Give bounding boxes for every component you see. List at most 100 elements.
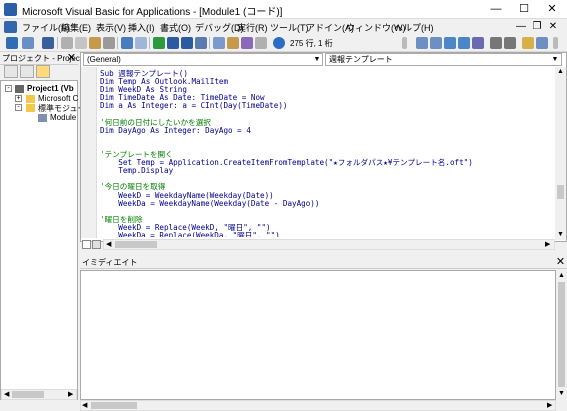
code-scroll-up-arrow-icon[interactable]: ▲ <box>557 68 564 75</box>
indent-icon[interactable] <box>416 37 428 49</box>
code-vscrollbar[interactable] <box>555 67 566 240</box>
code-scroll-down-arrow-icon[interactable]: ▼ <box>557 231 564 238</box>
immediate-vscroll-thumb[interactable] <box>558 282 565 387</box>
code-token: a <box>113 101 128 111</box>
menu-tools[interactable]: ツール(T) <box>270 21 309 34</box>
view-object-button[interactable] <box>20 65 34 78</box>
mdi-restore-button[interactable]: ❐ <box>530 20 544 34</box>
tree-toggle-excel-objects[interactable]: + <box>15 95 22 102</box>
code-line[interactable]: WeekDa = WeekdayName(Weekday(Date - DayA… <box>100 199 319 208</box>
procedure-combo[interactable]: 週報テンプレート <box>325 53 562 66</box>
folder-icon <box>26 104 35 112</box>
tree-item-excel-objects[interactable]: Microsoft C <box>38 94 78 103</box>
find-icon[interactable] <box>103 37 115 49</box>
mdi-minimize-button[interactable]: — <box>514 20 528 34</box>
procedure-view-icon[interactable] <box>82 240 91 249</box>
next-bookmark-icon[interactable] <box>536 37 548 49</box>
code-vscroll-thumb[interactable] <box>557 185 564 199</box>
excel-view-icon[interactable] <box>4 21 17 33</box>
design-mode-icon[interactable] <box>195 37 207 49</box>
insert-module-icon[interactable] <box>22 37 34 49</box>
outdent-icon[interactable] <box>430 37 442 49</box>
toolbar-overflow-icon[interactable] <box>402 37 407 49</box>
code-token: Integer <box>136 101 174 111</box>
parameter-info-icon[interactable] <box>458 37 470 49</box>
break-icon[interactable] <box>167 37 179 49</box>
module-icon <box>38 114 47 122</box>
menu-help[interactable]: ヘルプ(H) <box>394 21 434 34</box>
tree-item-project[interactable]: Project1 (Vb <box>27 84 74 93</box>
comment-block-icon[interactable] <box>490 37 502 49</box>
reset-icon[interactable] <box>181 37 193 49</box>
help-icon[interactable] <box>273 37 285 49</box>
run-icon[interactable] <box>153 37 165 49</box>
uncomment-block-icon[interactable] <box>504 37 516 49</box>
tree-toggle-project[interactable]: - <box>5 85 12 92</box>
save-icon[interactable] <box>42 37 54 49</box>
mdi-close-button[interactable]: ✕ <box>546 20 560 34</box>
object-combo-chevron-down-icon[interactable]: ▼ <box>311 53 323 66</box>
code-margin[interactable] <box>81 67 97 238</box>
code-scroll-right-arrow-icon[interactable]: ▶ <box>545 240 550 248</box>
menu-format[interactable]: 書式(O) <box>160 21 191 34</box>
immediate-scroll-up-arrow-icon[interactable]: ▲ <box>558 272 565 279</box>
object-browser-icon[interactable] <box>241 37 253 49</box>
folder-icon <box>26 95 35 103</box>
toggle-folders-button[interactable] <box>36 65 50 78</box>
properties-window-icon[interactable] <box>227 37 239 49</box>
menu-run[interactable]: 実行(R) <box>237 21 268 34</box>
cursor-position-label: 275 行, 1 桁 <box>290 39 333 48</box>
minimize-button[interactable]: — <box>482 0 510 19</box>
code-line[interactable]: Temp.Display <box>100 166 173 175</box>
code-token: WeekDa = Replace(WeekDa, "曜日", "") <box>100 231 280 237</box>
complete-word-icon[interactable] <box>472 37 484 49</box>
menu-edit[interactable]: 編集(E) <box>61 21 91 34</box>
quick-info-icon[interactable] <box>444 37 456 49</box>
project-tree[interactable] <box>0 80 78 400</box>
tree-item-module1[interactable]: Module <box>50 113 76 122</box>
project-explorer-icon[interactable] <box>213 37 225 49</box>
toolbar-separator <box>57 37 58 49</box>
full-module-view-icon[interactable] <box>92 240 101 249</box>
toolbar-separator <box>117 37 118 49</box>
code-line[interactable]: Dim DayAgo As Integer: DayAgo = 4 <box>100 126 251 135</box>
immediate-pane-header <box>80 256 567 269</box>
project-pane-close-button[interactable]: ✕ <box>66 53 77 64</box>
scroll-left-arrow-icon[interactable]: ◀ <box>4 390 9 398</box>
menu-view[interactable]: 表示(V) <box>96 21 126 34</box>
code-token: Integer <box>159 125 197 135</box>
code-token: Temp.Display <box>100 166 174 176</box>
project-tree-hscroll-thumb[interactable] <box>12 391 44 398</box>
view-code-button[interactable] <box>4 65 18 78</box>
immediate-text-area[interactable] <box>80 270 556 400</box>
procedure-combo-chevron-down-icon[interactable]: ▼ <box>549 53 561 66</box>
toolbox-icon[interactable] <box>255 37 267 49</box>
code-hscrollbar[interactable] <box>103 239 555 250</box>
code-scroll-left-arrow-icon[interactable]: ◀ <box>106 240 111 248</box>
immediate-hscroll-thumb[interactable] <box>91 402 137 409</box>
tree-toggle-modules[interactable]: - <box>15 104 22 111</box>
close-button[interactable]: ✕ <box>538 0 566 19</box>
view-excel-icon[interactable] <box>6 37 18 49</box>
code-line[interactable]: WeekDa = Replace(WeekDa, "曜日", "") <box>100 231 280 237</box>
object-combo[interactable]: (General) <box>83 53 323 66</box>
code-text-area[interactable]: Sub 週報テンプレート() Dim Temp As Outlook.MailIt… <box>100 67 555 237</box>
immediate-scroll-left-arrow-icon[interactable]: ◀ <box>82 401 87 409</box>
immediate-scroll-down-arrow-icon[interactable]: ▼ <box>558 390 565 397</box>
paste-icon[interactable] <box>89 37 101 49</box>
edit-toolbar-overflow-icon[interactable] <box>553 37 558 49</box>
immediate-hscrollbar[interactable] <box>80 400 556 411</box>
redo-icon[interactable] <box>135 37 147 49</box>
maximize-button[interactable]: ☐ <box>510 0 538 19</box>
menu-insert[interactable]: 挿入(I) <box>128 21 155 34</box>
code-hscroll-thumb[interactable] <box>115 241 157 248</box>
code-token: DayAgo <box>113 125 151 135</box>
scroll-right-arrow-icon[interactable]: ▶ <box>68 390 73 398</box>
immediate-scroll-right-arrow-icon[interactable]: ▶ <box>547 401 552 409</box>
copy-icon[interactable] <box>75 37 87 49</box>
cut-icon[interactable] <box>61 37 73 49</box>
immediate-pane-close-button[interactable]: ✕ <box>555 257 566 268</box>
code-line[interactable]: Dim a As Integer: a = CInt(Day(TimeDate)… <box>100 101 287 110</box>
undo-icon[interactable] <box>121 37 133 49</box>
toggle-bookmark-icon[interactable] <box>522 37 534 49</box>
